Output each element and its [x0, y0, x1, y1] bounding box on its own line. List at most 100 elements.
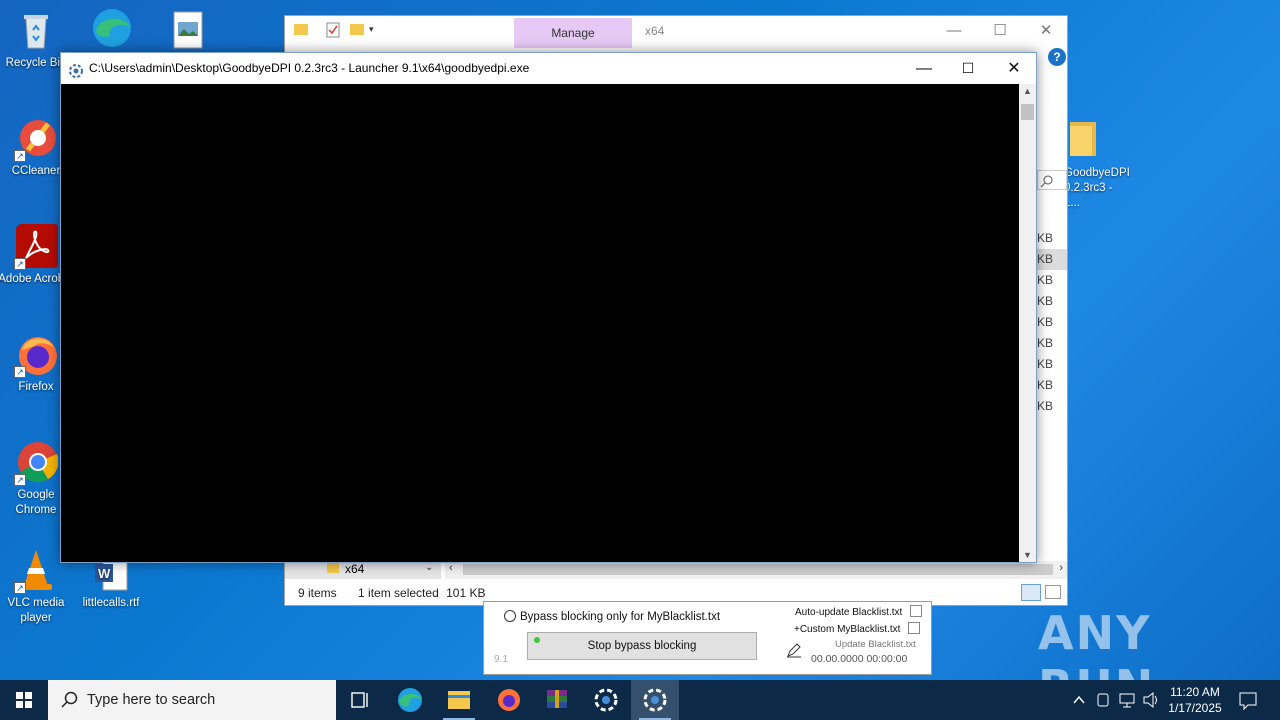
anyrun-watermark: ANY RUN [1038, 606, 1153, 680]
desktop-icon-label: littlecalls.rtf [82, 597, 140, 609]
version-label: 9.1 [494, 654, 508, 665]
nav-pane-item-x64[interactable]: x64 ⌄ [285, 561, 441, 579]
horizontal-scrollbar[interactable]: ‹ › [445, 561, 1067, 579]
auto-update-checkbox[interactable] [910, 605, 923, 617]
device-icon[interactable] [1094, 680, 1112, 720]
taskbar-search-box[interactable]: Type here to search [48, 680, 336, 720]
edge-desktop-shortcut[interactable] [74, 4, 150, 52]
scroll-down-icon[interactable]: ▼ [1023, 550, 1032, 560]
custom-blacklist-label: +Custom MyBlacklist.txt [794, 624, 901, 635]
goodbyedpi-icon [594, 688, 618, 712]
details-view-icon[interactable] [1021, 584, 1041, 601]
minimize-icon[interactable]: — [901, 53, 947, 84]
scroll-right-icon[interactable]: › [1059, 562, 1063, 574]
show-hidden-icons-chevron[interactable] [1070, 680, 1088, 720]
shortcut-arrow-icon: ↗ [14, 366, 26, 378]
scrollbar-thumb[interactable] [1021, 104, 1034, 120]
close-icon[interactable]: ✕ [1023, 16, 1069, 46]
custom-blacklist-checkbox[interactable] [908, 622, 921, 634]
folder-icon[interactable] [293, 22, 309, 36]
selection-count: 1 item selected [358, 586, 439, 600]
explorer-titlebar[interactable]: ▾ Manage x64 — ☐ ✕ [285, 16, 1067, 48]
taskbar: Type here to search 11:20 AM 1/17/2025 [0, 680, 1280, 720]
navigation-row: x64 ⌄ ‹ › [285, 561, 1067, 579]
explorer-title: x64 [645, 24, 665, 38]
scroll-up-icon[interactable]: ▲ [1023, 86, 1032, 96]
image-file-shortcut[interactable] [150, 8, 226, 56]
edge-icon [90, 4, 134, 48]
winrar-icon [547, 690, 567, 708]
svg-text:W: W [98, 566, 111, 581]
close-icon[interactable]: ✕ [991, 53, 1037, 84]
bypass-myblacklist-option[interactable]: Bypass blocking only for MyBlacklist.txt [504, 610, 720, 623]
taskbar-goodbyedpi-launcher[interactable] [582, 680, 630, 720]
stop-bypass-label: Stop bypass blocking [587, 640, 697, 652]
radio-button[interactable] [504, 610, 516, 622]
item-count: 9 items [298, 586, 337, 600]
desktop-icon-label: VLC media player [7, 597, 65, 624]
firefox-icon: ↗ [14, 332, 58, 378]
taskbar-edge[interactable] [386, 680, 434, 720]
large-icons-view-icon[interactable] [1045, 585, 1061, 599]
help-icon[interactable]: ? [1048, 48, 1066, 66]
stop-bypass-button[interactable]: Stop bypass blocking [527, 632, 757, 660]
new-folder-icon[interactable] [349, 22, 365, 36]
chevron-down-icon[interactable]: ⌄ [425, 562, 433, 573]
volume-icon[interactable] [1141, 680, 1161, 720]
start-button[interactable] [0, 680, 48, 720]
search-icon [1040, 175, 1053, 188]
console-vertical-scrollbar[interactable]: ▲ ▼ [1019, 84, 1036, 562]
minimize-icon[interactable]: — [931, 16, 977, 46]
edge-icon [398, 688, 422, 712]
auto-update-label: Auto-update Blacklist.txt [795, 607, 903, 618]
custom-blacklist-option[interactable]: +Custom MyBlacklist.txt [794, 622, 921, 635]
search-icon [61, 691, 78, 708]
clock-time: 11:20 AM [1170, 685, 1220, 699]
auto-update-option[interactable]: Auto-update Blacklist.txt [795, 605, 923, 618]
taskbar-goodbyedpi-console[interactable] [631, 680, 679, 720]
shortcut-arrow-icon: ↗ [14, 258, 26, 270]
chevron-down-icon[interactable]: ▾ [369, 24, 385, 38]
chevron-up-icon [1073, 695, 1085, 704]
notification-center-button[interactable] [1234, 680, 1262, 720]
file-size-cell: KB [1037, 357, 1054, 371]
network-icon[interactable] [1117, 680, 1137, 720]
file-size-cell: KB [1037, 399, 1054, 413]
goodbyedpi-console-window[interactable]: C:\Users\admin\Desktop\GoodbyeDPI 0.2.3r… [60, 52, 1037, 563]
file-size-cell: KB [1037, 315, 1054, 329]
ccleaner-icon: ↗ [14, 116, 58, 162]
update-blacklist-button[interactable]: Update Blacklist.txt [835, 639, 916, 650]
search-placeholder: Type here to search [87, 692, 216, 708]
recycle-bin-icon [14, 8, 58, 52]
taskbar-winrar[interactable] [533, 680, 581, 720]
search-box[interactable] [1037, 170, 1067, 190]
google-chrome-icon: ↗ [14, 440, 59, 486]
goodbyedpi-launcher-panel[interactable]: Bypass blocking only for MyBlacklist.txt… [483, 601, 932, 675]
goodbyedpi-icon [643, 688, 667, 712]
file-size-cell: KB [1037, 249, 1067, 270]
edit-icon[interactable] [786, 642, 802, 658]
console-titlebar[interactable]: C:\Users\admin\Desktop\GoodbyeDPI 0.2.3r… [61, 53, 1036, 84]
scrollbar-thumb[interactable] [463, 564, 1053, 575]
shortcut-arrow-icon: ↗ [14, 474, 26, 486]
status-indicator [534, 637, 540, 643]
radio-label: Bypass blocking only for MyBlacklist.txt [520, 611, 721, 623]
image-file-icon [166, 8, 210, 52]
task-view-icon [351, 692, 368, 708]
task-view-button[interactable] [336, 680, 384, 720]
manage-tab[interactable]: Manage [514, 18, 632, 48]
adobe-acrobat-icon: ↗ [14, 224, 60, 270]
shortcut-arrow-icon: ↗ [14, 582, 26, 594]
selection-size: 101 KB [446, 586, 486, 600]
maximize-icon[interactable]: ☐ [945, 53, 991, 84]
windows-logo-icon [16, 692, 32, 708]
properties-icon[interactable] [325, 22, 341, 38]
taskbar-file-explorer[interactable] [435, 680, 483, 720]
scroll-left-icon[interactable]: ‹ [449, 562, 453, 574]
taskbar-firefox[interactable] [485, 680, 533, 720]
maximize-icon[interactable]: ☐ [977, 16, 1023, 46]
folder-icon [1066, 118, 1110, 162]
littlecalls-file[interactable]: W littlecalls.rtf [73, 556, 149, 611]
clock[interactable]: 11:20 AM 1/17/2025 [1162, 680, 1228, 720]
file-size-cell: KB [1037, 273, 1054, 287]
